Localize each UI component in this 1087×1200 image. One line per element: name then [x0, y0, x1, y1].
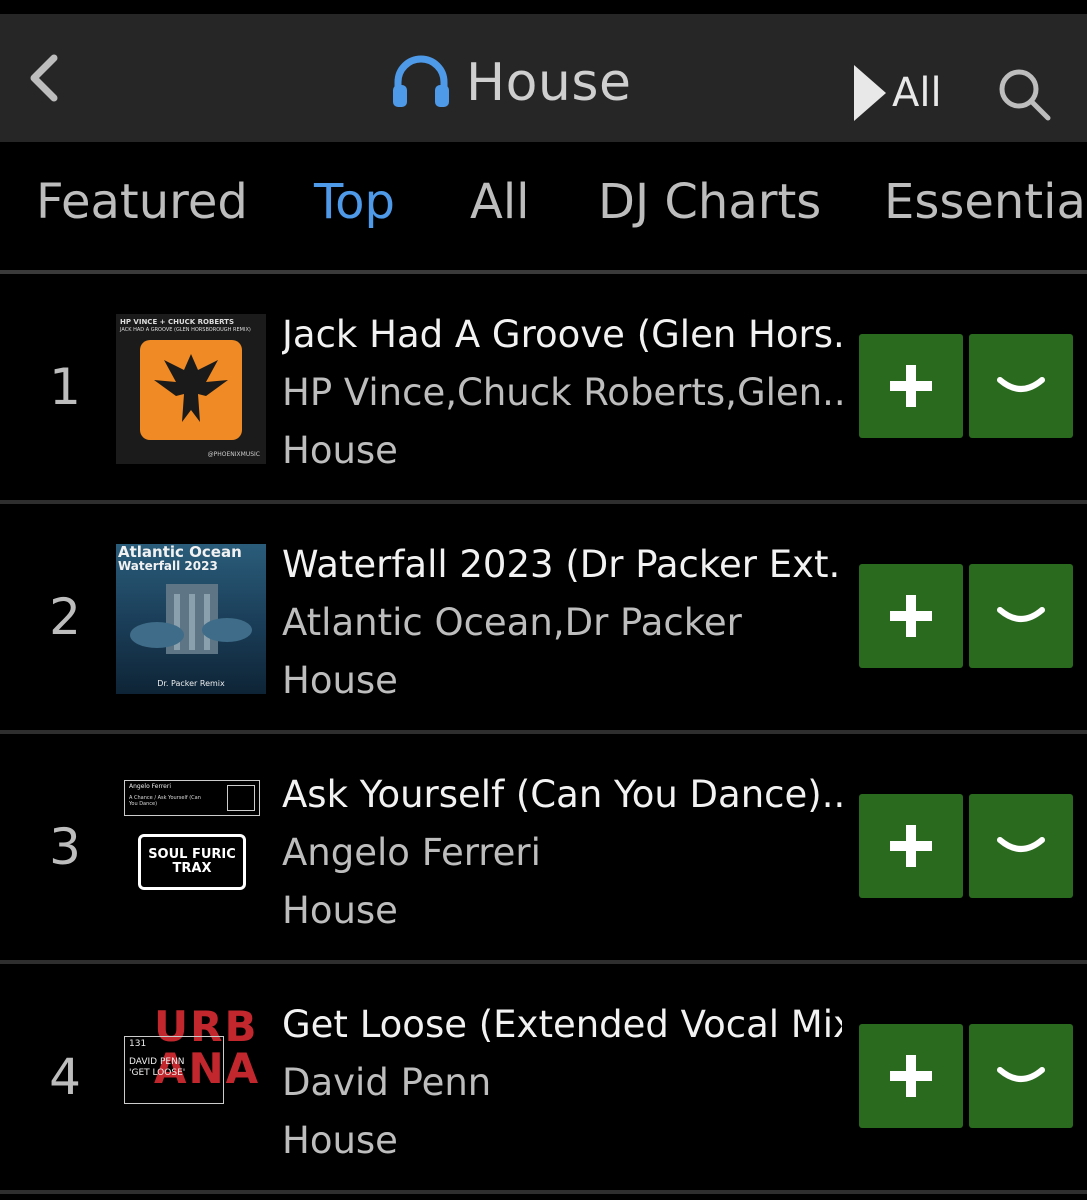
- art-text: @PHOENIXMUSIC: [207, 451, 260, 458]
- track-meta: Jack Had A Groove (Glen Hors... HP Vince…: [282, 306, 842, 480]
- track-title: Get Loose (Extended Vocal Mix): [282, 1003, 842, 1046]
- art-text: A Chance / Ask Yourself (Can You Dance): [129, 795, 201, 807]
- chevron-down-icon: [997, 837, 1045, 852]
- more-options-button[interactable]: [969, 334, 1073, 438]
- more-options-button[interactable]: [969, 564, 1073, 668]
- track-row[interactable]: 4 URBANA 131 DAVID PENN 'GET LOOSE' Get …: [0, 964, 1087, 1194]
- art-text: DAVID PENN 'GET LOOSE': [129, 1057, 186, 1078]
- track-meta: Waterfall 2023 (Dr Packer Ext... Atlanti…: [282, 536, 842, 710]
- album-art[interactable]: HP VINCE + CHUCK ROBERTS JACK HAD A GROO…: [116, 314, 266, 464]
- add-to-cart-button[interactable]: [859, 794, 963, 898]
- track-artists: Atlantic Ocean,Dr Packer: [282, 601, 742, 644]
- chevron-down-icon: [997, 607, 1045, 622]
- track-row[interactable]: 2 Atlantic Ocean Waterfall 2023 Dr. Pack…: [0, 504, 1087, 734]
- art-text: 131: [129, 1039, 147, 1049]
- art-text: HP VINCE + CHUCK ROBERTS: [120, 318, 234, 326]
- plus-icon: [890, 1055, 932, 1097]
- play-icon: [854, 65, 886, 121]
- track-title: Waterfall 2023 (Dr Packer Ext...: [282, 543, 842, 586]
- add-to-cart-button[interactable]: [859, 1024, 963, 1128]
- top-bar: House All: [0, 14, 1087, 142]
- track-row[interactable]: 1 HP VINCE + CHUCK ROBERTS JACK HAD A GR…: [0, 274, 1087, 504]
- phoenix-icon: [154, 354, 228, 422]
- track-genre: House: [282, 659, 398, 702]
- art-orange-panel: [140, 340, 242, 440]
- headphones-icon: [393, 55, 449, 107]
- plus-icon: [890, 365, 932, 407]
- chevron-left-icon[interactable]: [26, 54, 62, 102]
- more-options-button[interactable]: [969, 1024, 1073, 1128]
- album-art[interactable]: Angelo Ferreri A Chance / Ask Yourself (…: [116, 774, 266, 924]
- art-text: JACK HAD A GROOVE (GLEN HORSBOROUGH REMI…: [120, 327, 251, 333]
- tab-dj-charts[interactable]: DJ Charts: [598, 174, 821, 230]
- track-genre: House: [282, 429, 398, 472]
- track-artists: David Penn: [282, 1061, 492, 1104]
- chevron-down-icon: [997, 1067, 1045, 1082]
- art-text: Angelo Ferreri: [129, 783, 171, 790]
- track-title: Ask Yourself (Can You Dance)...: [282, 773, 842, 816]
- play-all-label: All: [892, 70, 942, 116]
- more-options-button[interactable]: [969, 794, 1073, 898]
- art-text: Dr. Packer Remix: [157, 679, 225, 688]
- track-meta: Ask Yourself (Can You Dance)... Angelo F…: [282, 766, 842, 940]
- track-artists: Angelo Ferreri: [282, 831, 541, 874]
- add-to-cart-button[interactable]: [859, 564, 963, 668]
- art-logo-text: SOUL FURIC TRAX: [138, 834, 246, 890]
- art-dolphin: [202, 618, 252, 642]
- track-rank: 3: [49, 818, 81, 876]
- search-icon[interactable]: [996, 66, 1052, 122]
- add-to-cart-button[interactable]: [859, 334, 963, 438]
- track-title: Jack Had A Groove (Glen Hors...: [282, 313, 842, 356]
- track-rank: 1: [49, 358, 81, 416]
- track-artists: HP Vince,Chuck Roberts,Glen...: [282, 371, 842, 414]
- tab-all[interactable]: All: [470, 174, 530, 230]
- genre-title: House: [390, 48, 631, 118]
- track-rank: 2: [49, 588, 81, 646]
- plus-icon: [890, 825, 932, 867]
- tab-top[interactable]: Top: [314, 174, 395, 230]
- track-row[interactable]: 3 Angelo Ferreri A Chance / Ask Yourself…: [0, 734, 1087, 964]
- track-meta: Get Loose (Extended Vocal Mix) David Pen…: [282, 996, 842, 1170]
- track-list: 1 HP VINCE + CHUCK ROBERTS JACK HAD A GR…: [0, 274, 1087, 1194]
- art-mini-logo: [227, 785, 255, 811]
- tab-essentials[interactable]: Essential: [884, 174, 1087, 230]
- page-title: House: [466, 53, 632, 113]
- track-rank: 4: [49, 1048, 81, 1106]
- art-text: Waterfall 2023: [118, 559, 218, 573]
- tab-featured[interactable]: Featured: [36, 174, 248, 230]
- plus-icon: [890, 595, 932, 637]
- art-info-box: Angelo Ferreri A Chance / Ask Yourself (…: [124, 780, 260, 816]
- chevron-down-icon: [997, 377, 1045, 392]
- art-info-box: 131 DAVID PENN 'GET LOOSE': [124, 1036, 224, 1104]
- track-genre: House: [282, 889, 398, 932]
- art-dolphin: [130, 622, 184, 648]
- album-art[interactable]: URBANA 131 DAVID PENN 'GET LOOSE': [116, 1004, 266, 1154]
- track-genre: House: [282, 1119, 398, 1162]
- art-text: Atlantic Ocean: [118, 544, 242, 561]
- play-all-button[interactable]: All: [852, 62, 942, 124]
- tab-bar: Featured Top All DJ Charts Essential: [0, 142, 1087, 270]
- album-art[interactable]: Atlantic Ocean Waterfall 2023 Dr. Packer…: [116, 544, 266, 694]
